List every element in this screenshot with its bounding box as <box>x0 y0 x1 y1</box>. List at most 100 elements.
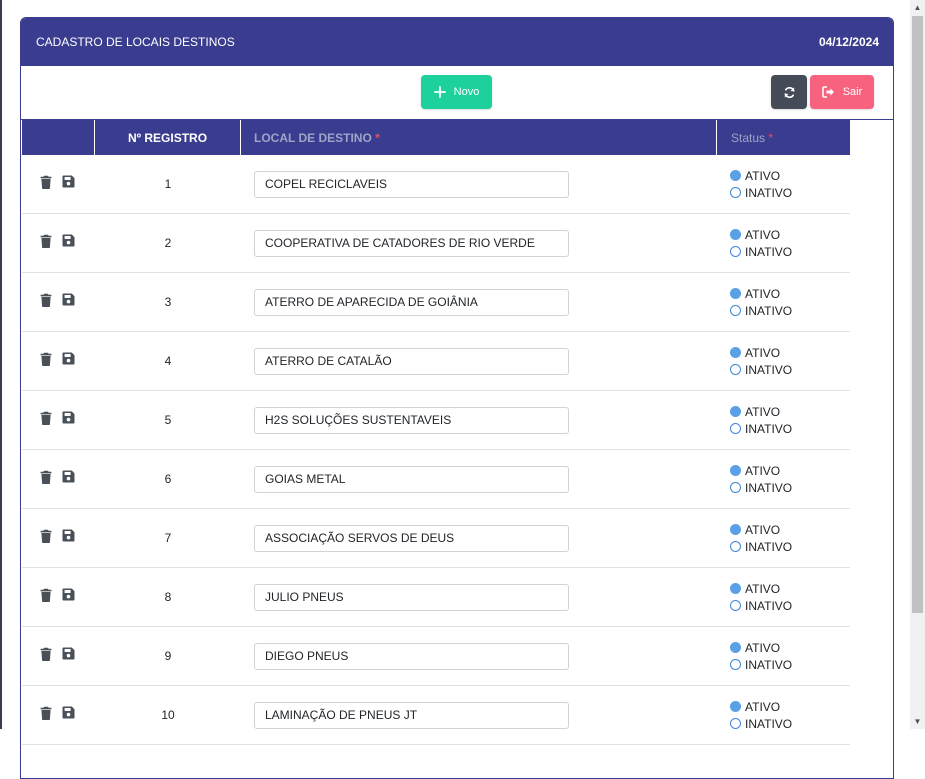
trash-icon[interactable] <box>40 411 52 430</box>
row-actions <box>22 293 95 312</box>
status-ativo-option[interactable]: ATIVO <box>730 346 850 360</box>
local-destino-input[interactable]: ATERRO DE CATALÃO <box>254 347 569 375</box>
trash-icon[interactable] <box>40 234 52 253</box>
local-destino-input[interactable]: LAMINAÇÃO DE PNEUS JT <box>254 701 569 729</box>
toolbar: Novo Sair <box>21 66 893 120</box>
trash-icon[interactable] <box>40 588 52 607</box>
floppy-disk-icon[interactable] <box>62 411 75 429</box>
panel-header: CADASTRO DE LOCAIS DESTINOS 04/12/2024 <box>21 18 893 66</box>
floppy-disk-icon[interactable] <box>62 529 75 547</box>
radio-inativo[interactable] <box>730 423 741 434</box>
status-ativo-option[interactable]: ATIVO <box>730 641 850 655</box>
radio-inativo-label: INATIVO <box>745 539 793 554</box>
floppy-disk-icon[interactable] <box>62 470 75 488</box>
radio-inativo-label: INATIVO <box>745 185 793 200</box>
floppy-disk-icon[interactable] <box>62 352 75 370</box>
radio-inativo[interactable] <box>730 600 741 611</box>
radio-ativo[interactable] <box>730 170 741 181</box>
trash-icon[interactable] <box>40 706 52 725</box>
radio-inativo[interactable] <box>730 541 741 552</box>
radio-inativo-label: INATIVO <box>745 480 793 495</box>
radio-ativo[interactable] <box>730 406 741 417</box>
status-inativo-option[interactable]: INATIVO <box>730 363 850 377</box>
radio-ativo[interactable] <box>730 465 741 476</box>
status-inativo-option[interactable]: INATIVO <box>730 540 850 554</box>
radio-inativo-label: INATIVO <box>745 303 793 318</box>
local-destino-input[interactable]: ASSOCIAÇÃO SERVOS DE DEUS <box>254 524 569 552</box>
trash-icon[interactable] <box>40 529 52 548</box>
status-inativo-option[interactable]: INATIVO <box>730 245 850 259</box>
novo-button[interactable]: Novo <box>421 75 492 109</box>
radio-inativo[interactable] <box>730 659 741 670</box>
floppy-disk-icon[interactable] <box>62 647 75 665</box>
radio-inativo[interactable] <box>730 305 741 316</box>
local-destino-input[interactable]: COPEL RECICLAVEIS <box>254 170 569 198</box>
floppy-disk-icon[interactable] <box>62 588 75 606</box>
registro-number: 2 <box>164 236 172 250</box>
scroll-up-arrow-icon[interactable]: ▲ <box>910 0 925 15</box>
header-registro-label: Nº REGISTRO <box>127 130 208 145</box>
radio-inativo[interactable] <box>730 364 741 375</box>
trash-icon[interactable] <box>40 293 52 312</box>
radio-ativo[interactable] <box>730 701 741 712</box>
registro-number: 10 <box>161 708 175 722</box>
status-ativo-option[interactable]: ATIVO <box>730 523 850 537</box>
sign-out-icon <box>821 86 835 98</box>
table-row: 6 GOIAS METAL ATIVO INATIVO <box>22 450 850 509</box>
radio-ativo[interactable] <box>730 524 741 535</box>
table-row: 3 ATERRO DE APARECIDA DE GOIÂNIA ATIVO I… <box>22 273 850 332</box>
radio-inativo[interactable] <box>730 718 741 729</box>
local-destino-input[interactable]: H2S SOLUÇÕES SUSTENTAVEIS <box>254 406 569 434</box>
status-inativo-option[interactable]: INATIVO <box>730 658 850 672</box>
status-inativo-option[interactable]: INATIVO <box>730 599 850 613</box>
status-ativo-option[interactable]: ATIVO <box>730 405 850 419</box>
status-inativo-option[interactable]: INATIVO <box>730 186 850 200</box>
local-cell: COPEL RECICLAVEIS <box>241 170 717 198</box>
local-destino-input[interactable]: COOPERATIVA DE CATADORES DE RIO VERDE <box>254 229 569 257</box>
status-ativo-option[interactable]: ATIVO <box>730 700 850 714</box>
registro-number: 9 <box>164 649 172 663</box>
radio-inativo[interactable] <box>730 482 741 493</box>
status-inativo-option[interactable]: INATIVO <box>730 422 850 436</box>
floppy-disk-icon[interactable] <box>62 293 75 311</box>
trash-icon[interactable] <box>40 175 52 194</box>
local-destino-input[interactable]: GOIAS METAL <box>254 465 569 493</box>
status-ativo-option[interactable]: ATIVO <box>730 287 850 301</box>
floppy-disk-icon[interactable] <box>62 706 75 724</box>
radio-ativo-label: ATIVO <box>745 699 781 714</box>
status-ativo-option[interactable]: ATIVO <box>730 464 850 478</box>
status-ativo-option[interactable]: ATIVO <box>730 582 850 596</box>
row-actions <box>22 529 95 548</box>
status-ativo-option[interactable]: ATIVO <box>730 169 850 183</box>
radio-ativo[interactable] <box>730 583 741 594</box>
radio-inativo[interactable] <box>730 187 741 198</box>
radio-ativo[interactable] <box>730 642 741 653</box>
sair-button[interactable]: Sair <box>810 75 874 109</box>
scrollbar[interactable]: ▲ ▼ <box>910 0 925 729</box>
row-actions <box>22 470 95 489</box>
status-inativo-option[interactable]: INATIVO <box>730 717 850 731</box>
local-cell: ATERRO DE APARECIDA DE GOIÂNIA <box>241 288 717 316</box>
scroll-down-arrow-icon[interactable]: ▼ <box>910 714 925 729</box>
radio-inativo[interactable] <box>730 246 741 257</box>
local-destino-input[interactable]: ATERRO DE APARECIDA DE GOIÂNIA <box>254 288 569 316</box>
local-destino-input[interactable]: DIEGO PNEUS <box>254 642 569 670</box>
local-destino-input[interactable]: JULIO PNEUS <box>254 583 569 611</box>
status-radio-group: ATIVO INATIVO <box>717 464 850 495</box>
status-radio-group: ATIVO INATIVO <box>717 169 850 200</box>
floppy-disk-icon[interactable] <box>62 175 75 193</box>
trash-icon[interactable] <box>40 352 52 371</box>
table-row: 9 DIEGO PNEUS ATIVO INATIVO <box>22 627 850 686</box>
status-inativo-option[interactable]: INATIVO <box>730 481 850 495</box>
radio-ativo[interactable] <box>730 288 741 299</box>
local-cell: LAMINAÇÃO DE PNEUS JT <box>241 701 717 729</box>
radio-ativo[interactable] <box>730 229 741 240</box>
radio-ativo[interactable] <box>730 347 741 358</box>
scrollbar-thumb[interactable] <box>912 16 923 613</box>
status-inativo-option[interactable]: INATIVO <box>730 304 850 318</box>
trash-icon[interactable] <box>40 647 52 666</box>
trash-icon[interactable] <box>40 470 52 489</box>
floppy-disk-icon[interactable] <box>62 234 75 252</box>
refresh-button[interactable] <box>771 75 807 109</box>
status-ativo-option[interactable]: ATIVO <box>730 228 850 242</box>
